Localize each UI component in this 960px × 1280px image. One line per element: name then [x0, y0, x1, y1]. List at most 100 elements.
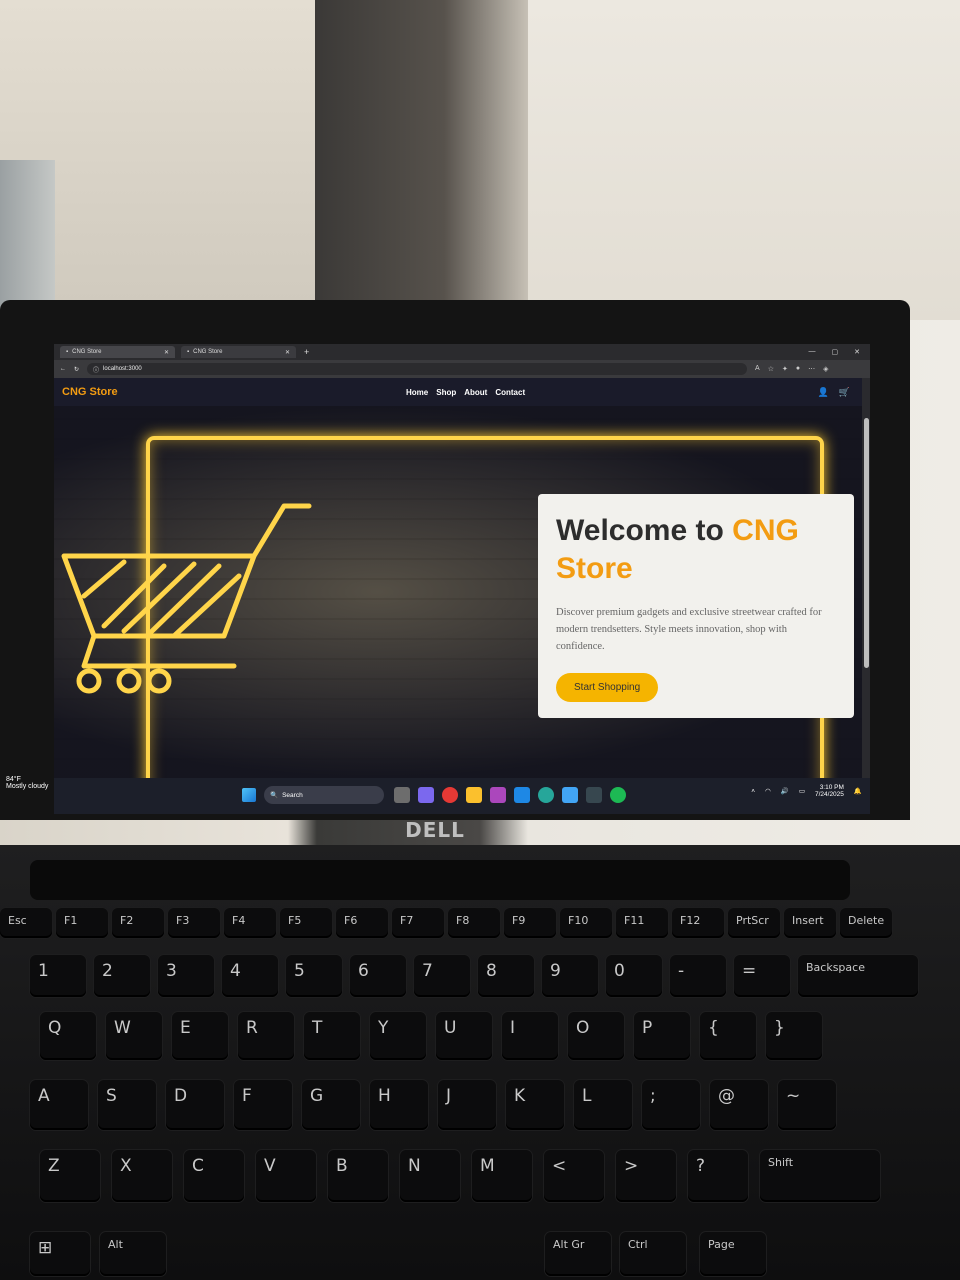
tab-favicon-icon: ▪	[187, 349, 190, 355]
brand-logo[interactable]: CNG Store	[62, 386, 118, 398]
windows-start-icon[interactable]	[242, 788, 256, 802]
keyboard-key: F6	[336, 908, 388, 938]
weather-widget[interactable]: 84°F Mostly cloudy	[6, 776, 48, 790]
scrollbar[interactable]	[862, 378, 870, 778]
keyboard-key: 1	[30, 955, 86, 997]
tab-favicon-icon: ▪	[66, 349, 69, 355]
keyboard-key: 0	[606, 955, 662, 997]
hero-title: Welcome to CNG Store	[556, 512, 836, 588]
wifi-icon[interactable]: ◠	[765, 787, 771, 795]
chrome-icon[interactable]	[442, 787, 458, 803]
keyboard-key: Ctrl	[620, 1232, 686, 1276]
favorite-star-icon[interactable]: ☆	[768, 365, 774, 373]
profile-icon[interactable]: ●	[796, 365, 800, 373]
vscode-icon[interactable]	[514, 787, 530, 803]
keyboard-key: -	[670, 955, 726, 997]
copilot-icon[interactable]: ◈	[823, 365, 828, 373]
keyboard-key: F10	[560, 908, 612, 938]
keyboard-key: J	[438, 1080, 496, 1130]
store-icon[interactable]	[562, 787, 578, 803]
start-shopping-button[interactable]: Start Shopping	[556, 673, 659, 702]
keyboard-key: ;	[642, 1080, 700, 1130]
reload-icon[interactable]: ↻	[74, 366, 79, 373]
keyboard-key: Y	[370, 1012, 426, 1060]
keyboard-key: 7	[414, 955, 470, 997]
keyboard-key: B	[328, 1150, 388, 1202]
read-aloud-icon[interactable]: A	[755, 365, 760, 373]
keyboard-key: Backspace	[798, 955, 918, 997]
nav-home[interactable]: Home	[406, 388, 428, 397]
weather-desc: Mostly cloudy	[6, 783, 49, 790]
user-icon[interactable]: 👤	[818, 387, 829, 398]
battery-icon[interactable]: ▭	[799, 787, 805, 795]
maximize-button[interactable]: ▢	[832, 348, 839, 356]
keyboard-key: A	[30, 1080, 88, 1130]
keyboard-key: 3	[158, 955, 214, 997]
notification-bell-icon[interactable]: 🔔	[854, 787, 862, 795]
nav-shop[interactable]: Shop	[436, 388, 456, 397]
browser-tab[interactable]: ▪ CNG Store ✕	[60, 346, 175, 358]
search-placeholder: Search	[282, 791, 303, 799]
keyboard-key: PrtScr	[728, 908, 780, 938]
keyboard-key: Alt Gr	[545, 1232, 611, 1276]
keyboard-key: F9	[504, 908, 556, 938]
keyboard-key: F11	[616, 908, 668, 938]
keyboard-key: F3	[168, 908, 220, 938]
browser-tab[interactable]: ▪ CNG Store ✕	[181, 346, 296, 358]
tab-label: CNG Store	[193, 349, 223, 355]
taskbar-search[interactable]: 🔍 Search	[264, 786, 384, 804]
keyboard-key: F7	[392, 908, 444, 938]
keyboard-key: }	[766, 1012, 822, 1060]
keyboard-key: Shift	[760, 1150, 880, 1202]
keyboard-key: ~	[778, 1080, 836, 1130]
copilot-app-icon[interactable]	[490, 787, 506, 803]
minimize-button[interactable]: —	[809, 348, 816, 356]
file-explorer-icon[interactable]	[466, 787, 482, 803]
extensions-icon[interactable]: ✦	[782, 365, 788, 373]
keyboard-key: V	[256, 1150, 316, 1202]
keyboard-key: M	[472, 1150, 532, 1202]
nav-contact[interactable]: Contact	[495, 388, 525, 397]
keyboard-key: H	[370, 1080, 428, 1130]
edge-icon[interactable]	[538, 787, 554, 803]
tab-close-icon[interactable]: ✕	[164, 349, 169, 356]
tab-label: CNG Store	[72, 349, 102, 355]
nav-links: Home Shop About Contact	[406, 388, 525, 397]
tab-close-icon[interactable]: ✕	[285, 349, 290, 356]
task-view-icon[interactable]	[394, 787, 410, 803]
background-pillar	[315, 0, 530, 305]
chat-icon[interactable]	[418, 787, 434, 803]
hero-title-text: Welcome to	[556, 514, 733, 547]
back-icon[interactable]: ←	[60, 366, 66, 372]
neon-cart-icon	[61, 503, 312, 694]
site-navbar: CNG Store Home Shop About Contact 👤 🛒	[54, 378, 862, 406]
background-monitor	[0, 160, 55, 310]
cart-icon[interactable]: 🛒	[839, 387, 850, 398]
keyboard-key: X	[112, 1150, 172, 1202]
keyboard-key: K	[506, 1080, 564, 1130]
spotify-icon[interactable]	[610, 787, 626, 803]
more-menu-icon[interactable]: ⋯	[808, 365, 815, 373]
keyboard-key: 5	[286, 955, 342, 997]
keyboard-key: F	[234, 1080, 292, 1130]
volume-icon[interactable]: 🔊	[781, 787, 789, 795]
close-window-button[interactable]: ✕	[854, 348, 860, 356]
keyboard-key: Alt	[100, 1232, 166, 1276]
keyboard-key: 4	[222, 955, 278, 997]
keyboard-key: F2	[112, 908, 164, 938]
keyboard-key: Q	[40, 1012, 96, 1060]
keyboard-key: G	[302, 1080, 360, 1130]
hero-title-accent-2: Store	[556, 552, 633, 585]
nav-about[interactable]: About	[464, 388, 487, 397]
new-tab-button[interactable]: +	[304, 347, 309, 357]
search-icon: 🔍	[270, 792, 279, 799]
chevron-up-icon[interactable]: ˄	[751, 788, 755, 795]
scrollbar-thumb[interactable]	[864, 418, 869, 668]
info-icon: ⓘ	[93, 367, 100, 374]
dell-logo: DELL	[405, 818, 465, 842]
keyboard-key: F8	[448, 908, 500, 938]
url-field[interactable]: ⓘ localhost:3000	[87, 363, 748, 375]
terminal-icon[interactable]	[586, 787, 602, 803]
keyboard-key: 6	[350, 955, 406, 997]
clock[interactable]: 3:10 PM 7/24/2025	[815, 784, 844, 798]
